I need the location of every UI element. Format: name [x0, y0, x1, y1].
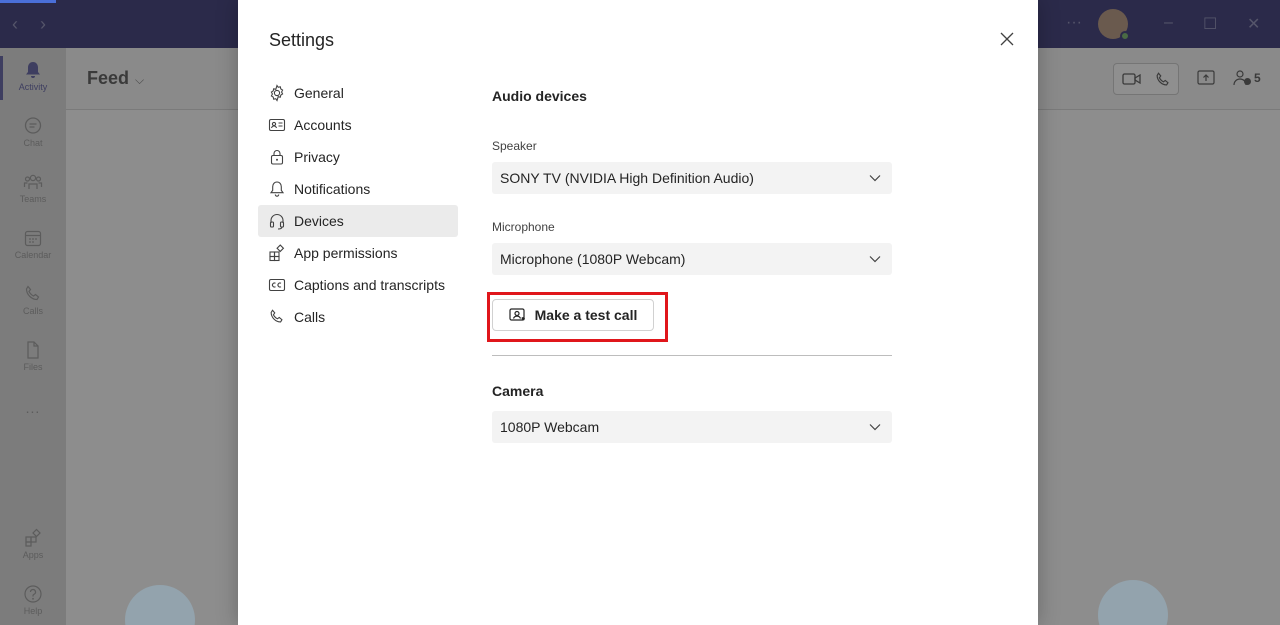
rail-label: Apps	[22, 550, 44, 560]
gear-icon	[270, 84, 284, 102]
microphone-value: Microphone (1080P Webcam)	[500, 251, 686, 267]
feed-title[interactable]: Feed ⌵	[87, 68, 144, 89]
rail-label: Calendar	[14, 250, 52, 260]
nav-label: Notifications	[294, 181, 371, 197]
headset-icon	[269, 213, 285, 230]
nav-item-accounts[interactable]: Accounts	[258, 109, 458, 141]
nav-item-captions[interactable]: Captions and transcripts	[258, 269, 458, 301]
rail-item-more[interactable]: ...	[0, 400, 66, 416]
speaker-select[interactable]: SONY TV (NVIDIA High Definition Audio)	[492, 162, 892, 194]
calendar-icon	[24, 230, 42, 247]
maximize-icon[interactable]: ☐	[1203, 14, 1217, 34]
nav-label: Calls	[294, 309, 326, 325]
nav-label: Privacy	[294, 149, 340, 165]
make-test-call-button[interactable]: Make a test call	[492, 299, 654, 331]
rail-label: Teams	[19, 194, 47, 204]
lock-icon	[270, 150, 284, 165]
camera-select[interactable]: 1080P Webcam	[492, 411, 892, 443]
file-icon	[27, 341, 39, 359]
id-card-icon	[268, 118, 286, 132]
nav-item-devices[interactable]: Devices	[258, 205, 458, 237]
rail-item-help[interactable]: Help	[0, 584, 66, 616]
chevron-down-icon: ⌵	[135, 73, 145, 87]
titlebar-accent	[0, 0, 56, 3]
rail-label: Files	[23, 362, 43, 372]
close-icon	[1000, 32, 1014, 46]
nav-label: Devices	[294, 213, 344, 229]
rail-item-apps[interactable]: Apps	[0, 528, 66, 560]
nav-label: Captions and transcripts	[294, 277, 445, 293]
chevron-down-icon	[869, 175, 881, 182]
feed-title-text: Feed	[87, 68, 130, 88]
video-call-icon[interactable]	[1122, 71, 1142, 87]
rail-label: Activity	[18, 82, 48, 92]
rail-item-activity[interactable]: Activity	[0, 56, 66, 100]
microphone-label: Microphone	[492, 220, 555, 234]
rail-label: Help	[23, 606, 43, 616]
nav-item-app-permissions[interactable]: App permissions	[258, 237, 458, 269]
nav-item-privacy[interactable]: Privacy	[258, 141, 458, 173]
apps-icon	[25, 528, 41, 547]
camera-title: Camera	[492, 383, 544, 399]
settings-nav: General Accounts Privacy Notifications D…	[258, 77, 458, 333]
avatar[interactable]	[1098, 9, 1130, 41]
rail-item-chat[interactable]: Chat	[0, 116, 66, 148]
rail-item-files[interactable]: Files	[0, 340, 66, 372]
bell-icon	[269, 181, 285, 197]
phone-icon	[270, 309, 283, 323]
presence-dot	[1120, 31, 1130, 41]
rail-item-teams[interactable]: Teams	[0, 172, 66, 204]
bell-icon	[26, 62, 40, 78]
nav-item-calls[interactable]: Calls	[258, 301, 458, 333]
close-dialog-button[interactable]	[996, 28, 1018, 50]
more-options-icon[interactable]: ···	[1066, 14, 1082, 32]
nav-label: App permissions	[294, 245, 398, 261]
nav-item-general[interactable]: General	[258, 77, 458, 109]
section-divider	[492, 355, 892, 356]
active-indicator	[0, 56, 3, 100]
back-arrow-icon[interactable]: ‹	[12, 14, 18, 35]
share-screen-icon[interactable]	[1197, 70, 1215, 86]
chat-icon	[24, 117, 42, 134]
participant-count: 5	[1254, 71, 1261, 85]
camera-value: 1080P Webcam	[500, 419, 600, 435]
close-window-icon[interactable]: ✕	[1247, 14, 1260, 34]
nav-label: General	[294, 85, 344, 101]
minimize-icon[interactable]: –	[1164, 14, 1173, 32]
teams-icon	[23, 174, 43, 189]
help-icon	[24, 585, 42, 603]
nav-item-notifications[interactable]: Notifications	[258, 173, 458, 205]
apps-icon	[269, 244, 285, 262]
participants-icon[interactable]	[1233, 69, 1253, 87]
rail-item-calendar[interactable]: Calendar	[0, 228, 66, 260]
audio-call-icon[interactable]	[1154, 71, 1172, 89]
chevron-down-icon	[869, 424, 881, 431]
chevron-down-icon	[869, 256, 881, 263]
speaker-value: SONY TV (NVIDIA High Definition Audio)	[500, 170, 754, 186]
test-call-icon	[509, 308, 525, 321]
forward-arrow-icon[interactable]: ›	[40, 14, 46, 35]
dialog-title: Settings	[269, 30, 335, 50]
cc-icon	[268, 278, 286, 292]
call-buttons	[1113, 63, 1179, 95]
rail-label: Chat	[23, 138, 43, 148]
microphone-select[interactable]: Microphone (1080P Webcam)	[492, 243, 892, 275]
speaker-label: Speaker	[492, 139, 537, 153]
nav-label: Accounts	[294, 117, 352, 133]
app-rail: Activity Chat Teams Calendar Calls Files…	[0, 48, 66, 625]
more-icon: ...	[25, 400, 41, 416]
rail-item-calls[interactable]: Calls	[0, 284, 66, 316]
phone-icon	[25, 285, 40, 301]
rail-label: Calls	[22, 306, 43, 316]
settings-dialog: Settings General Accounts Privacy Notifi…	[238, 0, 1038, 625]
test-call-label: Make a test call	[534, 307, 638, 323]
audio-devices-title: Audio devices	[492, 88, 587, 104]
